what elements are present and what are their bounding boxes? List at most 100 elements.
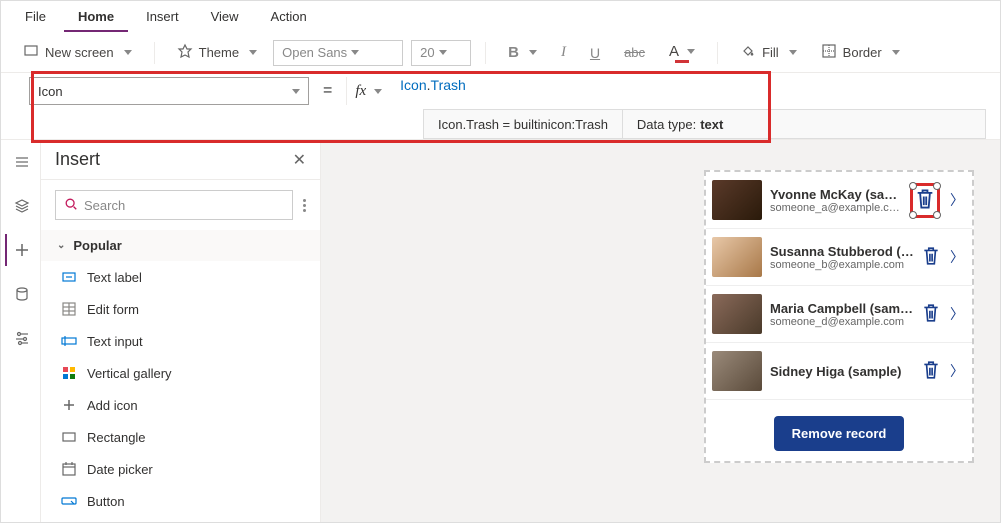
app-root: File Home Insert View Action New screen …: [0, 0, 1001, 523]
rail-tree-button[interactable]: [5, 146, 37, 178]
fill-label: Fill: [762, 45, 779, 60]
trash-icon[interactable]: [922, 303, 940, 326]
datatype-value: text: [700, 117, 723, 132]
contact-name: Susanna Stubberod (sample): [770, 244, 914, 259]
gallery-item[interactable]: Sidney Higa (sample) 〉: [706, 343, 972, 400]
text-input-icon: [61, 333, 77, 349]
menu-tab-action[interactable]: Action: [257, 3, 321, 32]
tooltip-datatype: Data type: text: [623, 110, 737, 138]
rail-data-button[interactable]: [5, 278, 37, 310]
chevron-down-icon: [439, 50, 447, 55]
screen-icon: [23, 43, 39, 62]
trash-icon-selected[interactable]: [910, 183, 940, 218]
contact-name: Yvonne McKay (sample): [770, 187, 902, 202]
insert-item-rectangle[interactable]: Rectangle: [41, 421, 320, 453]
remove-button-row: Remove record: [706, 400, 972, 461]
chevron-right-icon[interactable]: 〉: [948, 361, 966, 381]
tooltip-expression: Icon.Trash = builtinicon:Trash: [424, 110, 623, 138]
search-input[interactable]: Search: [55, 190, 293, 220]
fx-button[interactable]: fx: [346, 77, 382, 105]
resize-handle[interactable]: [933, 211, 941, 219]
search-icon: [64, 197, 78, 214]
formula-tooltip: Icon.Trash = builtinicon:Trash Data type…: [423, 109, 986, 139]
close-icon[interactable]: ✕: [293, 150, 306, 170]
design-canvas[interactable]: Yvonne McKay (sample) someone_a@example.…: [321, 140, 1000, 522]
chevron-right-icon[interactable]: 〉: [948, 304, 966, 324]
fill-icon: [740, 43, 756, 62]
border-label: Border: [843, 45, 882, 60]
item-label: Add icon: [87, 398, 138, 413]
rail-settings-button[interactable]: [5, 322, 37, 354]
font-size-select[interactable]: 20: [411, 40, 471, 66]
gallery-icon: [61, 365, 77, 381]
formula-input[interactable]: Icon.Trash: [392, 77, 972, 105]
strikethrough-button[interactable]: abc: [616, 41, 653, 64]
contact-name: Maria Campbell (sample): [770, 301, 914, 316]
item-label: Edit form: [87, 302, 139, 317]
resize-handle[interactable]: [909, 211, 917, 219]
insert-item-text-input[interactable]: Text input: [41, 325, 320, 357]
item-label: Text input: [87, 334, 143, 349]
rectangle-icon: [61, 429, 77, 445]
menu-tab-home[interactable]: Home: [64, 3, 128, 32]
chevron-right-icon[interactable]: 〉: [948, 247, 966, 267]
font-family-value: Open Sans: [282, 45, 347, 60]
separator: [717, 42, 718, 64]
gallery-item[interactable]: Yvonne McKay (sample) someone_a@example.…: [706, 172, 972, 229]
gallery-control[interactable]: Yvonne McKay (sample) someone_a@example.…: [704, 170, 974, 463]
theme-icon: [177, 43, 193, 62]
remove-record-button[interactable]: Remove record: [774, 416, 905, 451]
chevron-right-icon[interactable]: 〉: [948, 190, 966, 210]
avatar: [712, 294, 762, 334]
avatar: [712, 180, 762, 220]
font-family-select[interactable]: Open Sans: [273, 40, 403, 66]
text-color-button[interactable]: A: [661, 39, 703, 67]
border-button[interactable]: Border: [813, 39, 908, 66]
gallery-item-text: Yvonne McKay (sample) someone_a@example.…: [770, 187, 902, 214]
insert-item-edit-form[interactable]: Edit form: [41, 293, 320, 325]
separator: [485, 42, 486, 64]
bold-button[interactable]: B: [500, 40, 545, 65]
separator: [154, 42, 155, 64]
resize-handle[interactable]: [933, 182, 941, 190]
more-options-button[interactable]: [303, 199, 306, 212]
gallery-item[interactable]: Maria Campbell (sample) someone_d@exampl…: [706, 286, 972, 343]
new-screen-button[interactable]: New screen: [15, 39, 140, 66]
theme-label: Theme: [199, 45, 239, 60]
item-label: Button: [87, 494, 125, 509]
chevron-down-icon: [374, 89, 382, 94]
underline-button[interactable]: U: [582, 41, 608, 65]
contact-email: someone_a@example.com: [770, 202, 902, 214]
main-area: Insert ✕ Search ⌄ Popular Text l: [1, 139, 1000, 522]
fill-button[interactable]: Fill: [732, 39, 805, 66]
fx-label: fx: [355, 83, 366, 100]
insert-item-add-icon[interactable]: Add icon: [41, 389, 320, 421]
insert-search-row: Search: [41, 180, 320, 230]
chevron-down-icon: ⌄: [57, 240, 65, 251]
color-indicator: [675, 60, 689, 63]
new-screen-label: New screen: [45, 45, 114, 60]
italic-button[interactable]: I: [553, 40, 574, 65]
insert-group-header[interactable]: ⌄ Popular: [41, 230, 320, 261]
insert-item-date-picker[interactable]: Date picker: [41, 453, 320, 485]
contact-email: someone_d@example.com: [770, 316, 914, 328]
insert-item-text-label[interactable]: Text label: [41, 261, 320, 293]
item-label: Text label: [87, 270, 142, 285]
gallery-item-text: Sidney Higa (sample): [770, 364, 914, 379]
border-icon: [821, 43, 837, 62]
trash-icon[interactable]: [922, 246, 940, 269]
resize-handle[interactable]: [909, 182, 917, 190]
property-dropdown[interactable]: Icon: [29, 77, 309, 105]
menu-tab-file[interactable]: File: [11, 3, 60, 32]
trash-icon[interactable]: [922, 360, 940, 383]
rail-layers-button[interactable]: [5, 190, 37, 222]
gallery-item[interactable]: Susanna Stubberod (sample) someone_b@exa…: [706, 229, 972, 286]
rail-insert-button[interactable]: [5, 234, 37, 266]
insert-item-button[interactable]: Button: [41, 485, 320, 517]
menu-tab-insert[interactable]: Insert: [132, 3, 193, 32]
ribbon-toolbar: New screen Theme Open Sans 20 B I U abc …: [1, 33, 1000, 73]
menu-tab-view[interactable]: View: [197, 3, 253, 32]
theme-button[interactable]: Theme: [169, 39, 265, 66]
insert-item-vertical-gallery[interactable]: Vertical gallery: [41, 357, 320, 389]
equals-sign: =: [319, 82, 336, 100]
